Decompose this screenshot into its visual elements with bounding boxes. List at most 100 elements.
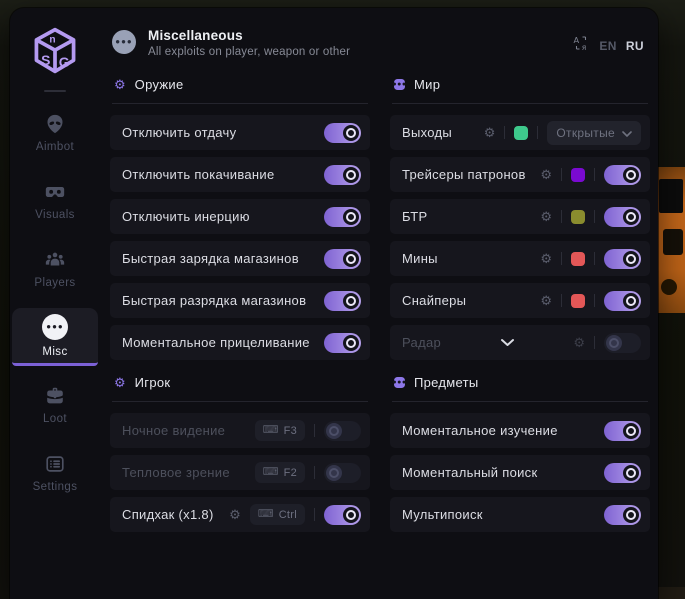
- feature-row: Тепловое зрение⌨F2: [110, 455, 370, 490]
- toggle-knob: [343, 167, 359, 183]
- hotkey-badge[interactable]: ⌨F3: [255, 420, 305, 441]
- gear-icon[interactable]: ⚙: [573, 336, 585, 349]
- feature-label: Моментальное прицеливание: [122, 335, 310, 350]
- list-settings-icon: [44, 453, 66, 475]
- toggle-switch[interactable]: [324, 123, 361, 143]
- control-separator: [314, 424, 315, 437]
- sidebar-item-settings[interactable]: Settings: [12, 444, 98, 502]
- lang-en-button[interactable]: EN: [599, 39, 616, 53]
- toggle-switch[interactable]: [604, 291, 641, 311]
- page-header: ●●● Miscellaneous All exploits on player…: [110, 24, 650, 58]
- dots-square-icon: ●●●: [394, 377, 405, 388]
- gear-icon[interactable]: ⚙: [540, 294, 552, 307]
- control-separator: [504, 126, 505, 139]
- control-separator: [561, 252, 562, 265]
- app-logo-icon: S G n: [28, 22, 82, 80]
- feature-label: Моментальный поиск: [402, 465, 537, 480]
- gear-icon[interactable]: ⚙: [229, 508, 241, 521]
- toggle-knob: [623, 167, 639, 183]
- control-separator: [594, 294, 595, 307]
- toggle-switch[interactable]: [324, 333, 361, 353]
- game-billboard-fragment: [657, 167, 685, 313]
- content-columns: ⚙ Оружие Отключить отдачу Отключить покачив…: [110, 58, 650, 539]
- feature-label: Отключить покачивание: [122, 167, 275, 182]
- toggle-switch[interactable]: [324, 249, 361, 269]
- svg-text:S: S: [41, 52, 50, 68]
- toggle-switch[interactable]: [324, 505, 361, 525]
- feature-label: Моментальное изучение: [402, 423, 558, 438]
- color-swatch[interactable]: [571, 168, 585, 182]
- section-title: Предметы: [414, 375, 479, 390]
- feature-label: Радар: [402, 335, 441, 350]
- toggle-switch[interactable]: [604, 333, 641, 353]
- gear-icon[interactable]: ⚙: [540, 168, 552, 181]
- sidebar-item-aimbot[interactable]: Aimbot: [12, 104, 98, 162]
- feature-row: Отключить отдачу: [110, 115, 370, 150]
- toggle-switch[interactable]: [324, 421, 361, 441]
- gear-icon[interactable]: ⚙: [484, 126, 496, 139]
- gear-icon[interactable]: ⚙: [540, 210, 552, 223]
- color-swatch[interactable]: [571, 210, 585, 224]
- lang-ru-button[interactable]: RU: [626, 39, 644, 53]
- toggle-switch[interactable]: [604, 421, 641, 441]
- section-divider: [112, 401, 368, 402]
- feature-label: Мины: [402, 251, 438, 266]
- dropdown-select[interactable]: Открытые: [547, 121, 641, 145]
- svg-text:А: А: [574, 35, 580, 45]
- color-swatch[interactable]: [571, 294, 585, 308]
- chevron-down-icon: [622, 124, 632, 142]
- sidebar-item-label: Visuals: [35, 209, 75, 221]
- toggle-switch[interactable]: [324, 165, 361, 185]
- sidebar-item-misc[interactable]: ●●● Misc: [12, 308, 98, 366]
- chevron-down-icon[interactable]: [441, 338, 573, 347]
- toggle-knob: [343, 293, 359, 309]
- sidebar-item-loot[interactable]: Loot: [12, 376, 98, 434]
- section-divider: [112, 103, 368, 104]
- sidebar-item-label: Misc: [42, 346, 67, 358]
- main-panel: ●●● Miscellaneous All exploits on player…: [100, 8, 658, 599]
- toggle-knob: [623, 507, 639, 523]
- feature-row: Быстрая разрядка магазинов: [110, 283, 370, 318]
- translate-icon: А я: [572, 34, 590, 57]
- feature-row: Ночное видение⌨F3: [110, 413, 370, 448]
- toggle-knob: [623, 209, 639, 225]
- gear-icon[interactable]: ⚙: [540, 252, 552, 265]
- ellipsis-circle-icon: ●●●: [42, 314, 68, 340]
- control-separator: [561, 294, 562, 307]
- sidebar-item-label: Players: [34, 277, 75, 289]
- toggle-switch[interactable]: [604, 505, 641, 525]
- feature-label: Быстрая зарядка магазинов: [122, 251, 299, 266]
- feature-row: Радар ⚙: [390, 325, 650, 360]
- cheat-menu-window: S G n Aimbot Visuals Players ●●● Misc Loot Set…: [10, 8, 658, 599]
- color-swatch[interactable]: [571, 252, 585, 266]
- hotkey-badge[interactable]: ⌨Ctrl: [250, 504, 305, 525]
- toggle-knob: [623, 251, 639, 267]
- toggle-knob: [606, 335, 622, 351]
- toggle-switch[interactable]: [604, 165, 641, 185]
- feature-row: Трейсеры патронов⚙: [390, 157, 650, 192]
- toggle-switch[interactable]: [604, 249, 641, 269]
- toggle-switch[interactable]: [324, 291, 361, 311]
- color-swatch[interactable]: [514, 126, 528, 140]
- column-1: ⚙ Оружие Отключить отдачу Отключить покачив…: [110, 72, 370, 539]
- section-title: Оружие: [135, 77, 184, 92]
- page-subtitle: All exploits on player, weapon or other: [148, 46, 350, 58]
- toggle-switch[interactable]: [604, 207, 641, 227]
- toggle-switch[interactable]: [324, 207, 361, 227]
- section-divider: [392, 401, 648, 402]
- hotkey-badge[interactable]: ⌨F2: [255, 462, 305, 483]
- gear-icon: ⚙: [114, 376, 126, 389]
- feature-row: Мины ⚙: [390, 241, 650, 276]
- players-icon: [44, 249, 66, 271]
- feature-label: Снайперы: [402, 293, 466, 308]
- toggle-switch[interactable]: [604, 463, 641, 483]
- toggle-switch[interactable]: [324, 463, 361, 483]
- sidebar-item-players[interactable]: Players: [12, 240, 98, 298]
- feature-row: Мультипоиск: [390, 497, 650, 532]
- feature-row: Моментальный поиск: [390, 455, 650, 490]
- sidebar-item-visuals[interactable]: Visuals: [12, 172, 98, 230]
- control-separator: [594, 168, 595, 181]
- feature-label: Спидхак (x1.8): [122, 507, 214, 522]
- hotkey-label: Ctrl: [279, 509, 297, 521]
- alien-icon: [44, 113, 66, 135]
